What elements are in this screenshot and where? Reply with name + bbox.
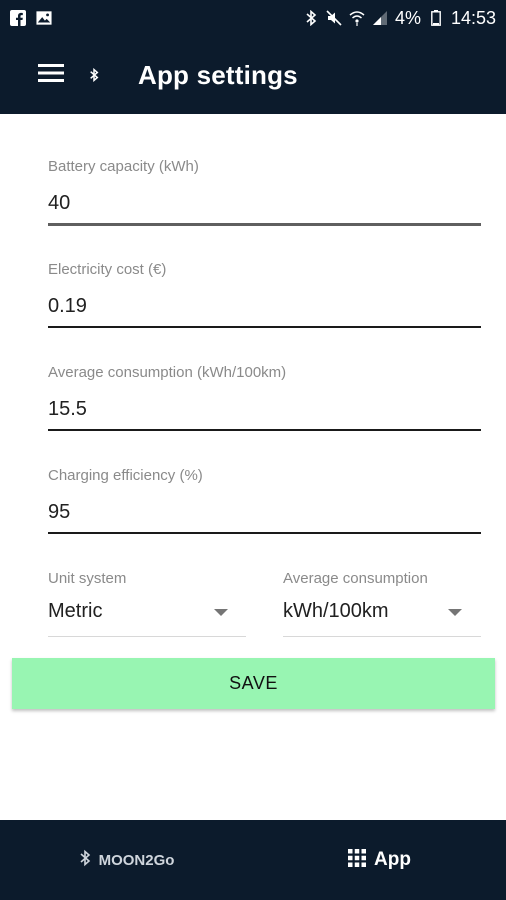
battery-capacity-label: Battery capacity (kWh): [48, 158, 199, 175]
average-consumption-field: Average consumption (kWh/100km): [48, 364, 481, 431]
nav-label-moon2go: MOON2Go: [98, 851, 175, 869]
bluetooth-icon: [79, 849, 91, 872]
battery-icon: [428, 10, 444, 26]
app-bar: App settings: [0, 36, 506, 114]
nav-item-app[interactable]: App: [253, 820, 506, 900]
bluetooth-icon: [84, 65, 104, 85]
save-button[interactable]: SAVE: [12, 658, 495, 709]
bluetooth-icon: [303, 10, 319, 26]
wifi-icon: [349, 10, 365, 26]
nav-item-moon2go[interactable]: MOON2Go: [0, 820, 253, 900]
unit-system-value: Metric: [48, 600, 103, 622]
status-right-icons: 4% 14:53: [303, 8, 496, 29]
image-icon: [36, 10, 52, 26]
consumption-unit-label: Average consumption: [283, 570, 428, 587]
grid-icon: [348, 848, 367, 872]
electricity-cost-underline: [48, 326, 481, 328]
charging-efficiency-field: Charging efficiency (%): [48, 467, 481, 534]
battery-capacity-underline: [48, 223, 481, 226]
consumption-unit-underline: [283, 636, 481, 637]
average-consumption-label: Average consumption (kWh/100km): [48, 364, 287, 381]
electricity-cost-input[interactable]: [48, 292, 481, 320]
unit-system-underline: [48, 636, 246, 637]
consumption-unit-select[interactable]: Average consumption kWh/100km: [283, 570, 481, 638]
mute-icon: [326, 10, 342, 26]
menu-button[interactable]: [24, 48, 78, 102]
average-consumption-underline: [48, 429, 481, 431]
signal-icon: [372, 10, 388, 26]
electricity-cost-label: Electricity cost (€): [48, 261, 167, 278]
electricity-cost-field: Electricity cost (€): [48, 261, 481, 328]
battery-capacity-input[interactable]: [48, 189, 481, 217]
chevron-down-icon: [214, 609, 228, 616]
charging-efficiency-input[interactable]: [48, 498, 481, 526]
status-left-icons: [10, 10, 52, 26]
chevron-down-icon: [448, 609, 462, 616]
unit-system-label: Unit system: [48, 570, 127, 587]
consumption-unit-value: kWh/100km: [283, 600, 389, 622]
average-consumption-input[interactable]: [48, 395, 481, 423]
bottom-navigation: MOON2Go App: [0, 820, 506, 900]
nav-label-app: App: [374, 849, 411, 870]
status-time: 14:53: [450, 7, 496, 28]
unit-system-select[interactable]: Unit system Metric: [48, 570, 246, 638]
charging-efficiency-label: Charging efficiency (%): [48, 467, 203, 484]
menu-icon: [38, 63, 64, 88]
facebook-icon: [10, 10, 26, 26]
charging-efficiency-underline: [48, 532, 481, 534]
status-bar: 4% 14:53: [0, 0, 506, 36]
page-title: App settings: [138, 59, 298, 90]
battery-percent: 4%: [394, 7, 421, 28]
battery-capacity-field: Battery capacity (kWh): [48, 158, 481, 226]
